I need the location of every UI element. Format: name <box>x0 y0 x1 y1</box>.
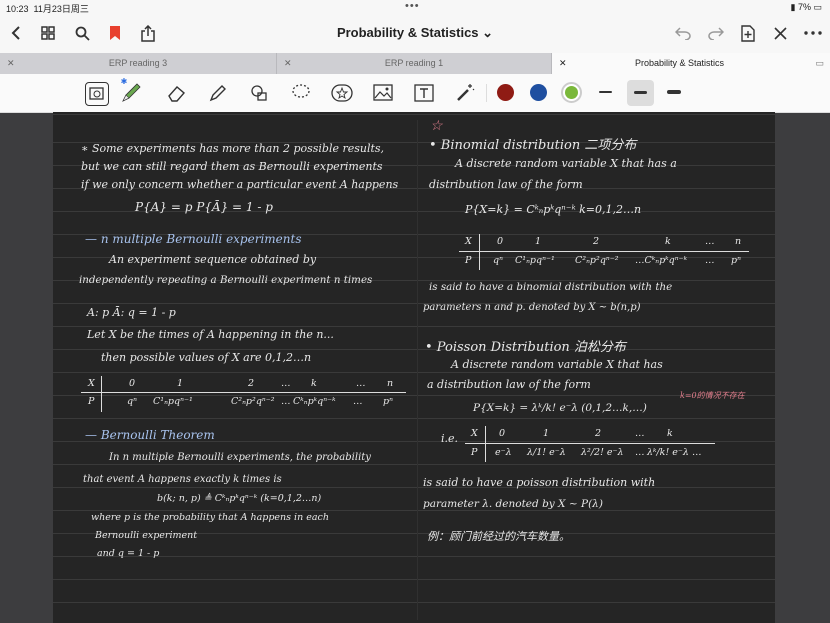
color-dark-red[interactable] <box>497 84 514 101</box>
tab-erp-reading-3[interactable]: ✕ ERP reading 3 <box>0 53 277 74</box>
note-line: Bernoulli experiment <box>95 530 198 541</box>
note-line: ∗ Some experiments has more than 2 possi… <box>81 142 385 155</box>
eraser-icon[interactable] <box>166 82 188 104</box>
sticker-icon[interactable] <box>331 82 353 104</box>
note-line: is said to have a poisson distribution w… <box>423 476 656 489</box>
tab-probability-statistics[interactable]: ✕ Probability & Statistics ▭ <box>552 53 830 74</box>
note-line: if we only concern whether a particular … <box>81 178 399 191</box>
note-line: Let X be the times of A happening in the… <box>87 328 334 341</box>
note-line: A discrete random variable X that has a <box>455 157 677 170</box>
navigation-bar: Probability & Statistics ⌄ <box>0 15 830 53</box>
note-line: that event A happens exactly k times is <box>83 474 282 485</box>
lasso-text-icon[interactable] <box>85 82 109 106</box>
note-line: and q = 1 - p <box>97 548 160 559</box>
laser-pointer-icon[interactable] <box>454 82 476 104</box>
document-tabs: ✕ ERP reading 3 ✕ ERP reading 1 ✕ Probab… <box>0 53 830 74</box>
poisson-table: X 0 1 2 … k P e⁻λ λ/1! e⁻λ λ²/2! e⁻λ … λ… <box>465 426 715 466</box>
drawing-toolbar: ✱ <box>0 74 830 113</box>
color-green-selected[interactable] <box>561 82 582 103</box>
note-formula: P{X=k} = Cᵏₙpᵏqⁿ⁻ᵏ k=0,1,2…n <box>465 203 642 216</box>
note-line: parameter λ. denoted by X ~ P(λ) <box>423 498 603 510</box>
star-doodle-icon: ☆ <box>430 118 443 134</box>
bluetooth-icon: ✱ <box>120 76 128 86</box>
status-time: 10:23 11月23日周三 <box>6 4 89 14</box>
battery-indicator: ▮ 7% ▭ <box>790 2 822 12</box>
note-line: parameters n and p. denoted by X ~ b(n,p… <box>423 302 641 313</box>
close-icon[interactable] <box>769 22 791 44</box>
add-page-icon[interactable] <box>737 22 759 44</box>
battery-level-icon: ▭ <box>813 2 822 12</box>
note-formula: b(k; n, p) ≜ Cᵏₙpᵏqⁿ⁻ᵏ (k=0,1,2…n) <box>157 493 322 504</box>
binomial-table: X 0 1 2 k … n P qⁿ C¹ₙpqⁿ⁻¹ C²ₙp²qⁿ⁻² …C… <box>459 234 749 274</box>
distribution-table: X 0 1 2 … k … n P qⁿ C¹ₙpqⁿ⁻¹ C²ₙp²qⁿ⁻² … <box>81 376 406 416</box>
note-annotation: k=0的情况不存在 <box>680 391 745 400</box>
battery-icon: ▮ <box>790 2 796 12</box>
redo-icon[interactable] <box>705 22 727 44</box>
status-bar: 10:23 11月23日周三 ••• ▮ 7% ▭ <box>0 0 830 15</box>
note-line: In n multiple Bernoulli experiments, the… <box>109 452 371 463</box>
column-divider <box>417 120 418 620</box>
note-heading: • Binomial distribution 二项分布 <box>429 138 637 153</box>
more-icon[interactable] <box>802 22 824 44</box>
highlighter-icon[interactable] <box>207 82 229 104</box>
image-icon[interactable] <box>372 82 394 104</box>
undo-icon[interactable] <box>672 22 694 44</box>
multitask-dots[interactable]: ••• <box>405 0 420 12</box>
stroke-thin[interactable] <box>599 91 612 93</box>
note-line: An experiment sequence obtained by <box>109 253 317 266</box>
note-heading: — Bernoulli Theorem <box>85 428 215 442</box>
note-line: 例：顾门前经过的汽车数量。 <box>427 530 570 543</box>
toolbar-divider <box>486 84 487 102</box>
note-heading: — n multiple Bernoulli experiments <box>85 232 302 246</box>
notebook-page[interactable]: ∗ Some experiments has more than 2 possi… <box>53 112 775 623</box>
shapes-icon[interactable] <box>248 82 270 104</box>
note-line: i.e. <box>441 432 459 445</box>
stroke-medium-selected[interactable] <box>627 80 654 106</box>
note-line: A: p Ā: q = 1 - p <box>87 306 176 319</box>
note-line: where p is the probability that A happen… <box>91 512 329 523</box>
note-line: distribution law of the form <box>429 178 583 191</box>
note-line: is said to have a binomial distribution … <box>429 281 673 293</box>
note-formula: P{X=k} = λᵏ/k! e⁻λ (0,1,2…k,…) <box>473 402 647 414</box>
note-line: a distribution law of the form <box>427 378 591 391</box>
tab-erp-reading-1[interactable]: ✕ ERP reading 1 <box>277 53 552 74</box>
note-heading: • Poisson Distribution 泊松分布 <box>425 340 626 355</box>
text-box-icon[interactable] <box>413 82 435 104</box>
split-view-icon[interactable]: ▭ <box>815 53 824 74</box>
color-blue[interactable] <box>530 84 547 101</box>
note-line: then possible values of X are 0,1,2…n <box>101 351 312 364</box>
note-line: independently repeating a Bernoulli expe… <box>79 274 373 286</box>
stroke-thick[interactable] <box>667 90 681 94</box>
note-formula: P{A} = p P{Ā} = 1 - p <box>135 200 273 214</box>
lasso-icon[interactable] <box>290 82 312 104</box>
color-green-dot <box>565 86 578 99</box>
note-line: but we can still regard them as Bernoull… <box>81 160 383 173</box>
note-line: A discrete random variable X that has <box>451 358 663 371</box>
